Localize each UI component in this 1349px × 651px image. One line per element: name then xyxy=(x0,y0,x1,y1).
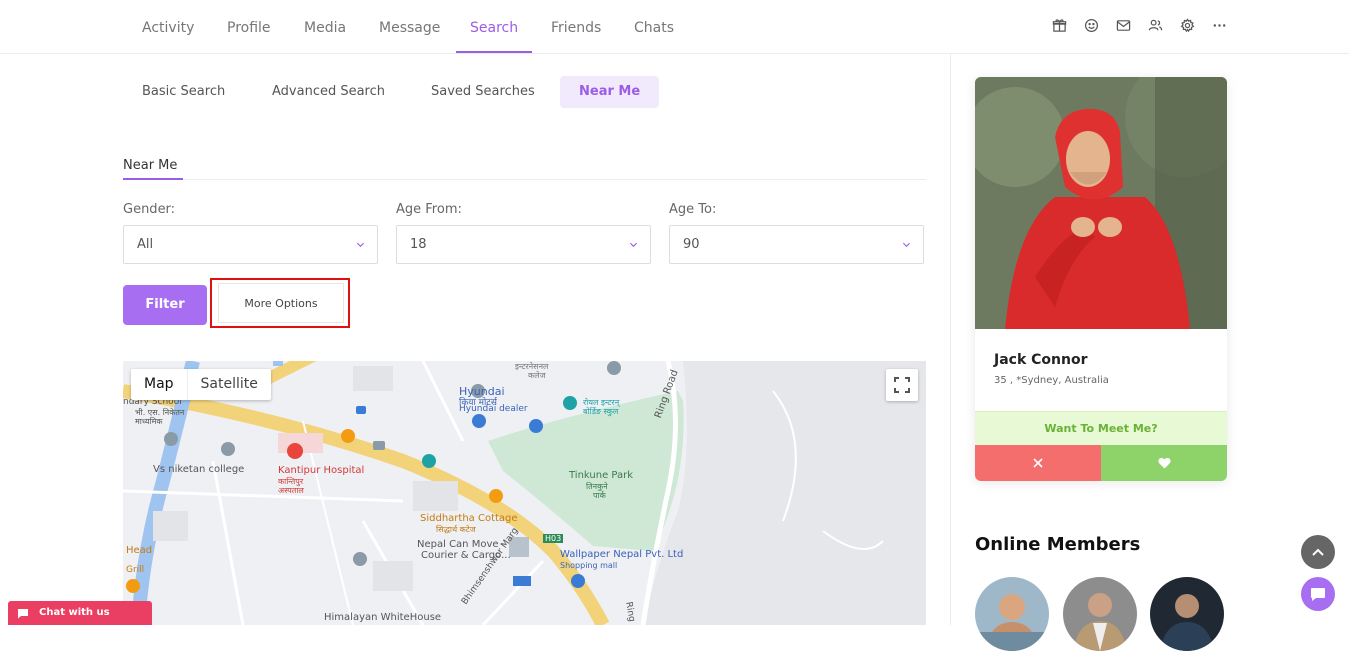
member-card: Jack Connor 35 , *Sydney, Australia Want… xyxy=(975,77,1227,481)
map-label-head1: Head xyxy=(126,545,153,556)
gear-icon[interactable] xyxy=(1179,17,1195,33)
close-icon xyxy=(1033,458,1043,468)
tab-search[interactable]: Search xyxy=(455,0,533,53)
age-from-value: 18 xyxy=(410,237,427,252)
map-label-head2: Grill xyxy=(126,565,145,575)
map-label-college-np2: कलेज xyxy=(528,371,546,380)
map-label-hyundai-dealer: Hyundai dealer xyxy=(459,404,528,414)
age-to-select[interactable]: 90 xyxy=(669,225,924,264)
age-to-value: 90 xyxy=(683,237,700,252)
online-member-avatar[interactable] xyxy=(975,577,1049,651)
fullscreen-icon xyxy=(894,377,910,393)
avatar-image xyxy=(975,577,1049,651)
map-label-school-np2: माध्यमिक xyxy=(135,417,163,426)
want-to-meet-label: Want To Meet Me? xyxy=(975,411,1227,446)
gender-value: All xyxy=(137,237,154,252)
chevron-up-icon xyxy=(1312,548,1324,556)
map-view[interactable]: Hyundai किया मोटर्स Hyundai dealer इन्टर… xyxy=(123,361,926,625)
chevron-down-icon xyxy=(629,242,638,248)
online-member-avatar[interactable] xyxy=(1150,577,1224,651)
member-name[interactable]: Jack Connor xyxy=(994,352,1088,368)
section-title: Near Me xyxy=(123,158,178,173)
map-label-royal2: बोर्डिङ स्कुल xyxy=(583,407,619,416)
gender-select[interactable]: All xyxy=(123,225,378,264)
tab-activity[interactable]: Activity xyxy=(142,0,194,53)
chevron-down-icon xyxy=(356,242,365,248)
tab-message[interactable]: Message xyxy=(379,0,440,53)
gender-label: Gender: xyxy=(123,202,176,217)
avatar-image xyxy=(1063,577,1137,651)
chat-with-us-label: Chat with us xyxy=(39,607,110,618)
map-type-toggle: Map Satellite xyxy=(131,369,271,400)
chat-icon xyxy=(18,608,28,618)
chevron-down-icon xyxy=(902,242,911,248)
mail-icon[interactable] xyxy=(1115,17,1131,33)
map-toggle-satellite[interactable]: Satellite xyxy=(186,369,271,400)
chat-with-us-button[interactable]: Chat with us xyxy=(8,601,152,625)
more-options-button[interactable]: More Options xyxy=(218,283,344,323)
avatar-image xyxy=(1150,577,1224,651)
age-from-label: Age From: xyxy=(396,202,462,217)
map-road-shield: H03 xyxy=(543,534,564,543)
member-photo[interactable] xyxy=(975,77,1227,329)
map-label-nepal-can1: Nepal Can Move - xyxy=(417,539,506,550)
chat-icon xyxy=(1311,588,1325,601)
gift-icon[interactable] xyxy=(1051,17,1067,33)
more-icon[interactable] xyxy=(1211,17,1227,33)
tab-profile[interactable]: Profile xyxy=(227,0,271,53)
map-label-siddhartha: Siddhartha Cottage xyxy=(420,513,518,524)
map-label-siddhartha-np: सिद्धार्थ कटेज xyxy=(436,525,476,534)
map-label-tinkune: Tinkune Park xyxy=(569,470,634,481)
map-label-tinkune-np2: पार्क xyxy=(593,491,606,500)
subtab-basic-search[interactable]: Basic Search xyxy=(142,76,225,108)
users-icon[interactable] xyxy=(1147,17,1163,33)
map-label-shopping: Shopping mall xyxy=(560,561,618,570)
map-label-himalayan: Himalayan WhiteHouse xyxy=(324,612,442,623)
map-label-kantipur: Kantipur Hospital xyxy=(278,465,365,476)
tab-friends[interactable]: Friends xyxy=(551,0,601,53)
heart-icon xyxy=(1157,457,1171,469)
top-navigation: Activity Profile Media Message Search Fr… xyxy=(0,0,1349,54)
main-content: Basic Search Advanced Search Saved Searc… xyxy=(0,54,950,625)
map-label-kantipur-np2: अस्पताल xyxy=(278,486,304,495)
map-label-vs-college: Vs niketan college xyxy=(153,464,245,475)
member-details: 35 , *Sydney, Australia xyxy=(994,375,1109,386)
tab-media[interactable]: Media xyxy=(304,0,346,53)
filter-button[interactable]: Filter xyxy=(123,285,207,325)
scroll-to-top-button[interactable] xyxy=(1301,535,1335,569)
smiley-icon[interactable] xyxy=(1083,17,1099,33)
subtab-near-me[interactable]: Near Me xyxy=(560,76,660,108)
tab-chats[interactable]: Chats xyxy=(634,0,674,53)
map-label-wallpaper: Wallpaper Nepal Pvt. Ltd xyxy=(560,549,684,560)
sidebar: Jack Connor 35 , *Sydney, Australia Want… xyxy=(951,54,1349,651)
member-photo-illustration xyxy=(975,77,1227,329)
reject-button[interactable] xyxy=(975,445,1101,481)
section-divider xyxy=(123,178,926,180)
like-button[interactable] xyxy=(1101,445,1227,481)
fullscreen-button[interactable] xyxy=(886,369,918,401)
subtab-advanced-search[interactable]: Advanced Search xyxy=(272,76,385,108)
subtab-saved-searches[interactable]: Saved Searches xyxy=(431,76,535,108)
age-from-select[interactable]: 18 xyxy=(396,225,651,264)
map-canvas xyxy=(123,361,926,625)
top-icon-bar xyxy=(1051,17,1227,33)
online-members-title: Online Members xyxy=(975,534,1141,555)
age-to-label: Age To: xyxy=(669,202,717,217)
online-member-avatar[interactable] xyxy=(1063,577,1137,651)
chat-bubble-button[interactable] xyxy=(1301,577,1335,611)
map-toggle-map[interactable]: Map xyxy=(131,369,187,400)
